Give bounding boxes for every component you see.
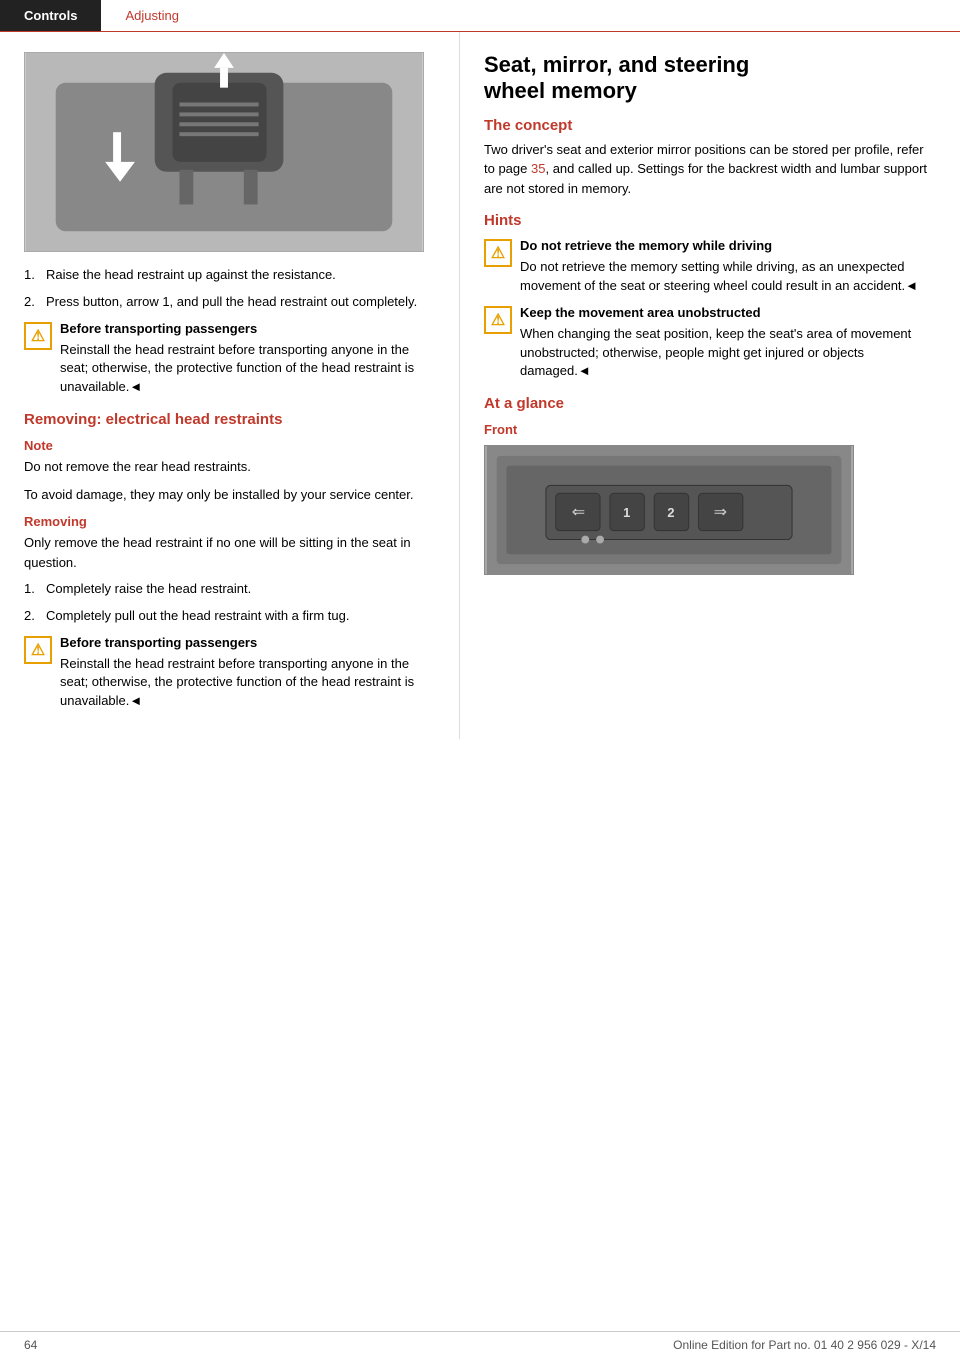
warning-text-1: Before transporting passengers Reinstall… xyxy=(60,320,435,397)
e-step-1: 1. Completely raise the head restraint. xyxy=(24,580,435,599)
e-step-text-1: Completely raise the head restraint. xyxy=(46,580,251,599)
nav-tab-adjusting-label: Adjusting xyxy=(125,8,178,23)
e-step-num-1: 1. xyxy=(24,580,46,599)
warning-title-1: Before transporting passengers xyxy=(60,320,435,339)
nav-bar: Controls Adjusting xyxy=(0,0,960,32)
svg-text:⇒: ⇒ xyxy=(714,504,727,521)
at-glance-heading: At a glance xyxy=(484,395,936,412)
edition-text: Online Edition for Part no. 01 40 2 956 … xyxy=(673,1338,936,1352)
warning-body-2: Reinstall the head restraint before tran… xyxy=(60,656,414,709)
right-column: Seat, mirror, and steering wheel memory … xyxy=(460,32,960,739)
left-column: 1. Raise the head restraint up against t… xyxy=(0,32,460,739)
hint-body-2: When changing the seat position, keep th… xyxy=(520,326,911,379)
section-electrical-heading: Removing: electrical head restraints xyxy=(24,411,435,428)
page-footer: 64 Online Edition for Part no. 01 40 2 9… xyxy=(0,1331,960,1352)
page-number: 64 xyxy=(24,1338,37,1352)
manual-remove-steps: 1. Raise the head restraint up against t… xyxy=(24,266,435,312)
e-step-text-2: Completely pull out the head restraint w… xyxy=(46,607,349,626)
warning-icon-2: ⚠ xyxy=(24,636,52,664)
nav-tab-controls[interactable]: Controls xyxy=(0,0,101,31)
nav-tab-adjusting[interactable]: Adjusting xyxy=(101,0,202,31)
hints-heading: Hints xyxy=(484,212,936,229)
step-num-1: 1. xyxy=(24,266,46,285)
e-step-num-2: 2. xyxy=(24,607,46,626)
main-heading-line1: Seat, mirror, and steering xyxy=(484,52,749,77)
warning-title-2: Before transporting passengers xyxy=(60,634,435,653)
hint-title-1: Do not retrieve the memory while driving xyxy=(520,237,936,256)
step-text-1: Raise the head restraint up against the … xyxy=(46,266,336,285)
concept-heading: The concept xyxy=(484,117,936,134)
removing-heading: Removing xyxy=(24,514,435,529)
warning-block-1: ⚠ Before transporting passengers Reinsta… xyxy=(24,320,435,397)
concept-text: Two driver's seat and exterior mirror po… xyxy=(484,140,936,199)
front-label: Front xyxy=(484,422,936,437)
step-1: 1. Raise the head restraint up against t… xyxy=(24,266,435,285)
electrical-remove-steps: 1. Completely raise the head restraint. … xyxy=(24,580,435,626)
step-2: 2. Press button, arrow 1, and pull the h… xyxy=(24,293,435,312)
warning-text-2: Before transporting passengers Reinstall… xyxy=(60,634,435,711)
hint-title-2: Keep the movement area unobstructed xyxy=(520,304,936,323)
main-heading-line2: wheel memory xyxy=(484,78,637,103)
main-content: 1. Raise the head restraint up against t… xyxy=(0,32,960,739)
head-restraint-image xyxy=(24,52,424,252)
hint-icon-1: ⚠ xyxy=(484,239,512,267)
concept-page-link[interactable]: 35 xyxy=(531,161,545,176)
removing-intro: Only remove the head restraint if no one… xyxy=(24,533,435,572)
svg-text:2: 2 xyxy=(667,505,674,520)
warning-icon-1: ⚠ xyxy=(24,322,52,350)
step-text-2: Press button, arrow 1, and pull the head… xyxy=(46,293,417,312)
concept-text-after: , and called up. Settings for the backre… xyxy=(484,161,927,196)
note-text-1: Do not remove the rear head restraints. xyxy=(24,457,435,477)
hint-text-1: Do not retrieve the memory while driving… xyxy=(520,237,936,296)
note-text-2: To avoid damage, they may only be instal… xyxy=(24,485,435,505)
svg-text:⇐: ⇐ xyxy=(572,504,585,521)
e-step-2: 2. Completely pull out the head restrain… xyxy=(24,607,435,626)
warning-block-2: ⚠ Before transporting passengers Reinsta… xyxy=(24,634,435,711)
hint-body-1: Do not retrieve the memory setting while… xyxy=(520,259,918,293)
hint-text-2: Keep the movement area unobstructed When… xyxy=(520,304,936,381)
hint-icon-2: ⚠ xyxy=(484,306,512,334)
hint-block-1: ⚠ Do not retrieve the memory while drivi… xyxy=(484,237,936,296)
main-heading: Seat, mirror, and steering wheel memory xyxy=(484,52,936,105)
hint-block-2: ⚠ Keep the movement area unobstructed Wh… xyxy=(484,304,936,381)
note-heading: Note xyxy=(24,438,435,453)
warning-body-1: Reinstall the head restraint before tran… xyxy=(60,342,414,395)
nav-tab-controls-label: Controls xyxy=(24,8,77,23)
svg-text:1: 1 xyxy=(623,505,630,520)
step-num-2: 2. xyxy=(24,293,46,312)
front-panel-image: ⇐ 1 2 ⇒ xyxy=(484,445,854,575)
